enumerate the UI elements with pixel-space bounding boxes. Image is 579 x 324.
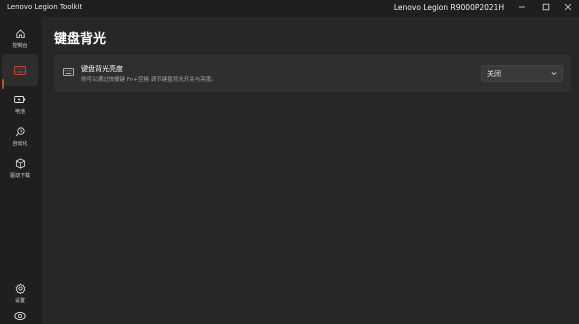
gear-icon [15,283,25,294]
sidebar: 控制台 电池 自动化 驱动下载 设置 [0,17,42,324]
sidebar-item-label: 设置 [14,297,25,304]
page-title: 键盘背光 [54,32,107,47]
main-content: 键盘背光 键盘背光亮度 你可以通过快捷键 Fn+空格 调节键盘背光开关与亮度。 … [42,17,579,324]
minimize-icon [519,6,525,8]
automation-icon [15,126,25,136]
setting-title: 键盘背光亮度 [81,65,123,73]
active-indicator [2,79,4,89]
backlight-brightness-card: 键盘背光亮度 你可以通过快捷键 Fn+空格 调节键盘背光开关与亮度。 关闭 [54,55,571,92]
close-button[interactable] [556,0,579,14]
setting-description: 你可以通过快捷键 Fn+空格 调节键盘背光开关与亮度。 [81,77,217,83]
backlight-brightness-select[interactable]: 关闭 [481,65,563,82]
tray-icon [14,311,26,321]
keyboard-icon [14,65,26,75]
keyboard-icon [63,68,74,76]
sidebar-item-automation[interactable]: 自动化 [2,121,38,151]
sidebar-item-tray[interactable] [2,309,38,323]
sidebar-item-label: 控制台 [12,42,28,49]
home-icon [15,29,25,38]
sidebar-item-battery[interactable]: 电池 [2,90,38,120]
sidebar-item-label: 电池 [14,109,25,115]
minimize-button[interactable] [510,0,534,14]
sidebar-item-keyboard[interactable] [2,54,38,86]
title-bar: Lenovo Legion Toolkit Lenovo Legion R900… [0,0,579,17]
chevron-down-icon [551,72,557,76]
sidebar-item-dashboard[interactable]: 控制台 [2,23,38,53]
battery-icon [14,96,26,103]
sidebar-item-drivers[interactable]: 驱动下载 [2,153,38,183]
close-icon [564,3,572,11]
sidebar-item-label: 自动化 [12,140,28,147]
device-name-button[interactable]: Lenovo Legion R9000P2021H [393,1,505,15]
maximize-button[interactable] [534,0,558,14]
app-title: Lenovo Legion Toolkit [7,3,83,11]
package-icon [15,158,25,168]
select-value: 关闭 [487,70,501,78]
sidebar-item-label: 驱动下载 [9,172,30,179]
sidebar-item-settings[interactable]: 设置 [2,278,38,308]
maximize-icon [542,3,550,11]
